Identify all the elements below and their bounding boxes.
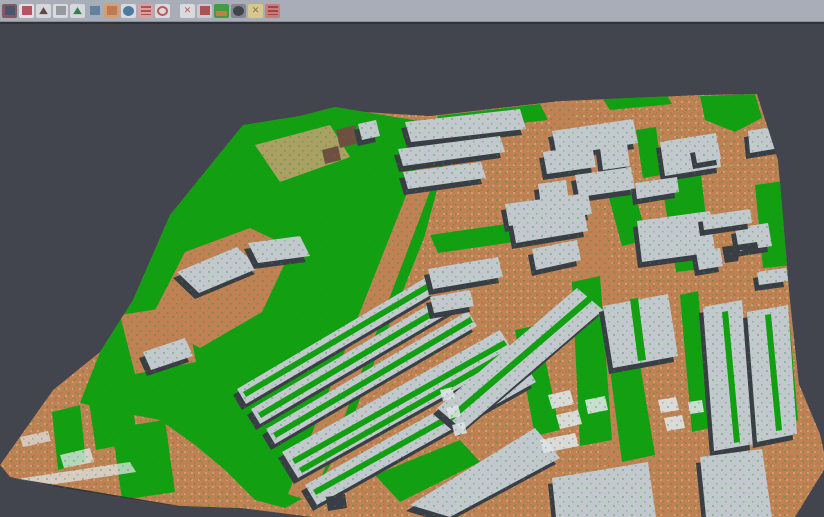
sparse-points-icon[interactable]	[53, 4, 68, 18]
discard-x-icon[interactable]: ✕	[248, 4, 263, 18]
classified-map-icon[interactable]	[214, 4, 229, 18]
tin-surface-icon[interactable]	[36, 4, 51, 18]
scatter-points-icon[interactable]	[19, 4, 34, 18]
globe-3d-icon[interactable]	[121, 4, 136, 18]
elevation-layers-icon[interactable]	[138, 4, 153, 18]
grid-cells-icon[interactable]	[197, 4, 212, 18]
toolbar: ✕✕	[0, 0, 824, 22]
green-speckle	[0, 23, 824, 517]
orthophoto-icon[interactable]	[104, 4, 119, 18]
viewport-3d[interactable]	[0, 23, 824, 517]
crop-region-icon[interactable]: ✕	[180, 4, 195, 18]
point-cloud-render	[0, 23, 824, 517]
classification-palette-icon[interactable]	[2, 4, 17, 18]
terrain-model-icon[interactable]	[70, 4, 85, 18]
snapshot-camera-icon[interactable]	[231, 4, 246, 18]
profile-view-icon[interactable]	[87, 4, 102, 18]
red-list-icon[interactable]	[265, 4, 280, 18]
circle-select-icon[interactable]	[155, 4, 170, 18]
